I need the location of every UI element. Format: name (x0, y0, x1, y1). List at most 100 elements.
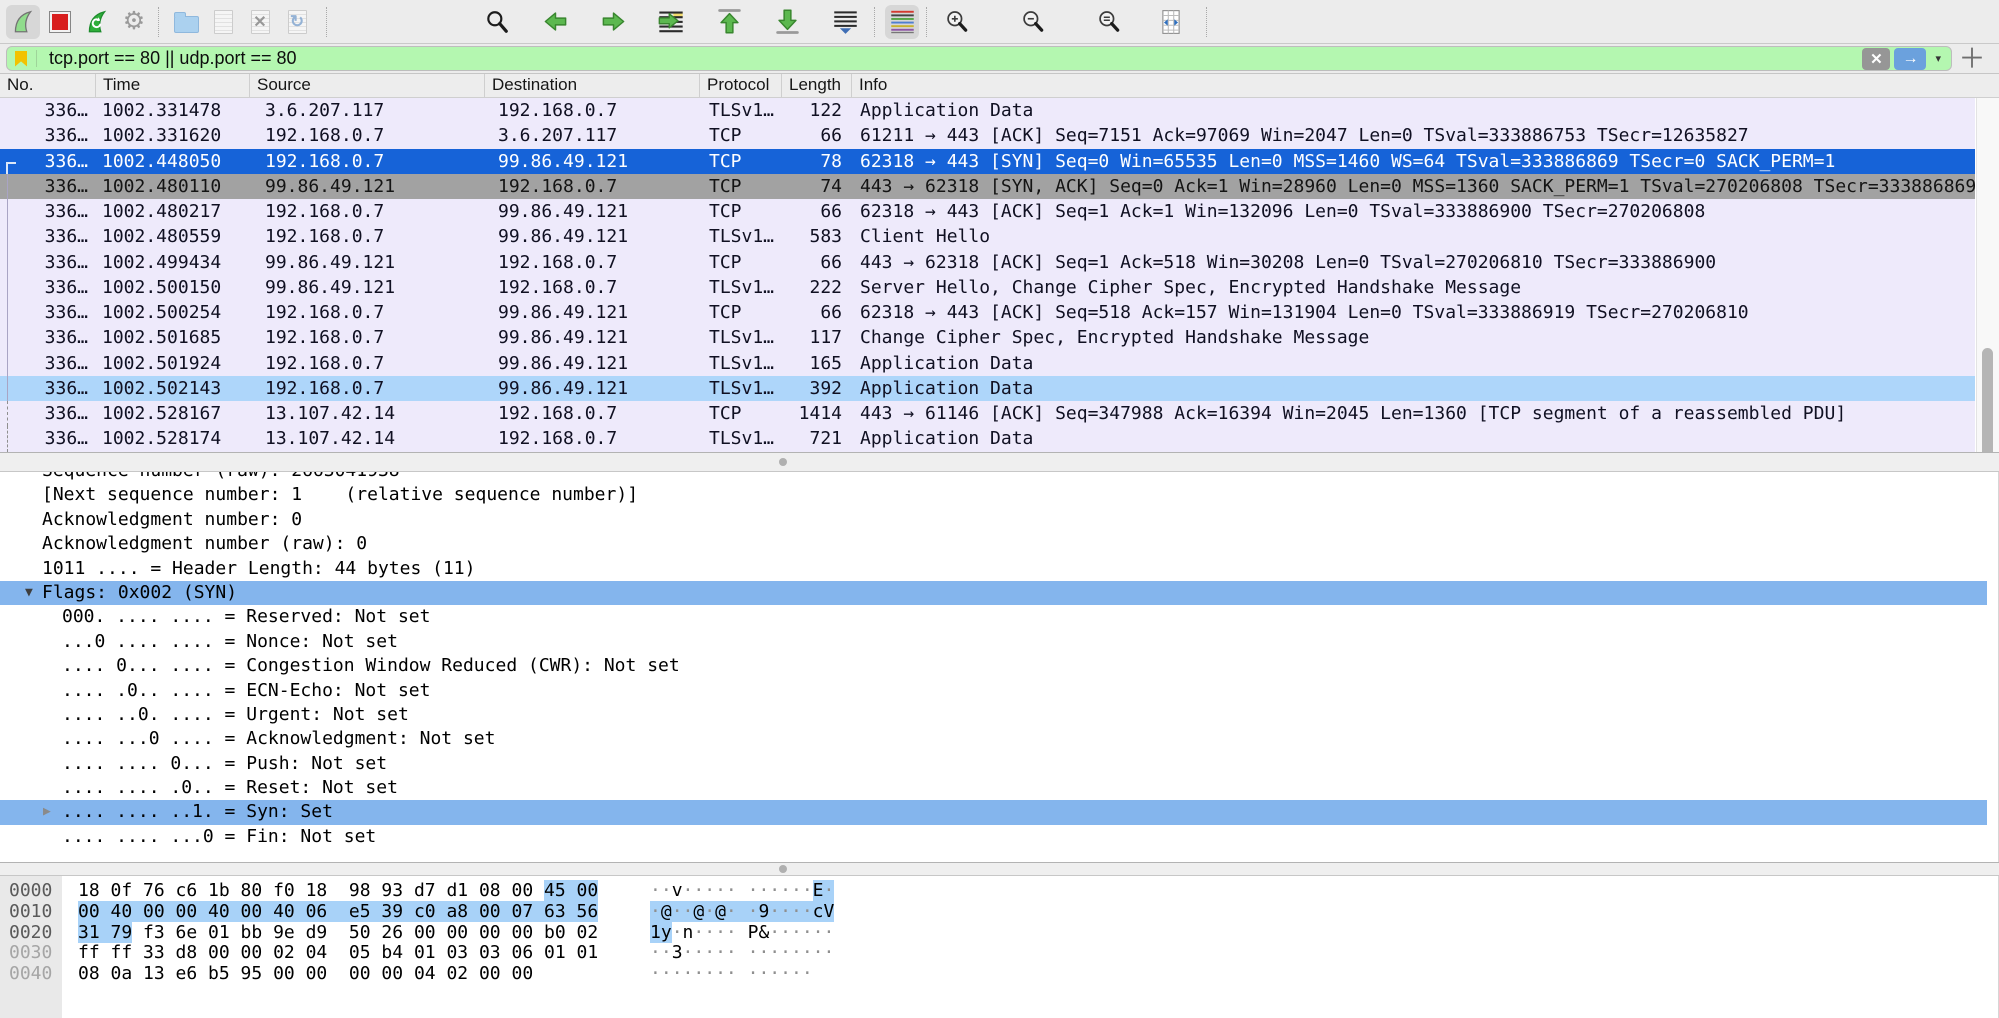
column-header-time[interactable]: Time (96, 74, 250, 97)
detail-line[interactable]: Acknowledgment number: 0 (0, 508, 1987, 532)
packet-row[interactable]: 336…1002.52817413.107.42.14192.168.0.7TL… (0, 426, 1975, 451)
cell-src: 13.107.42.14 (250, 401, 485, 426)
hex-row[interactable]: 004008 0a 13 e6 b5 95 00 00 00 00 04 02 … (0, 964, 1998, 985)
column-header-info[interactable]: Info (852, 74, 1999, 97)
cell-dst: 192.168.0.7 (485, 98, 700, 123)
hex-bytes[interactable]: 00 40 00 00 40 00 40 06 e5 39 c0 a8 00 0… (62, 902, 598, 923)
detail-line[interactable]: .... .0.. .... = ECN-Echo: Not set (0, 679, 1987, 703)
packet-row[interactable]: 336…1002.501924192.168.0.799.86.49.121TL… (0, 351, 1975, 376)
reload-file-button[interactable]: ↻ (280, 5, 314, 39)
detail-line[interactable]: 1011 .... = Header Length: 44 bytes (11) (0, 557, 1987, 581)
ascii-bytes[interactable]: 1y·n···· P&······ (650, 923, 834, 944)
add-filter-button-plus[interactable]: ＋ (1959, 46, 1985, 72)
hex-row[interactable]: 001000 40 00 00 40 00 40 06 e5 39 c0 a8 … (0, 902, 1998, 923)
stream-marker (0, 376, 18, 401)
detail-line[interactable]: 000. .... .... = Reserved: Not set (0, 605, 1987, 629)
column-header-no[interactable]: No. (0, 74, 96, 97)
packet-row[interactable]: 336…1002.52816713.107.42.14192.168.0.7TC… (0, 401, 1975, 426)
find-packet-button[interactable] (480, 5, 514, 39)
zoom-out-button[interactable] (1016, 5, 1050, 39)
filter-clear-button[interactable]: ✕ (1862, 48, 1890, 70)
ascii-bytes[interactable]: ··3····· ········ (650, 943, 834, 964)
display-filter-input[interactable]: tcp.port == 80 || udp.port == 80 ✕ → ▾ (6, 46, 1952, 71)
packet-row[interactable]: 336…1002.448050192.168.0.799.86.49.121TC… (0, 149, 1975, 174)
detail-line[interactable]: .... .... 0... = Push: Not set (0, 752, 1987, 776)
packet-row[interactable]: 336…1002.480559192.168.0.799.86.49.121TL… (0, 224, 1975, 249)
packet-row[interactable]: 336…1002.500254192.168.0.799.86.49.121TC… (0, 300, 1975, 325)
filter-apply-button[interactable]: → (1894, 48, 1926, 70)
column-header-destination[interactable]: Destination (485, 74, 700, 97)
detail-line[interactable]: Acknowledgment number (raw): 0 (0, 532, 1987, 556)
packet-row[interactable]: 336…1002.480217192.168.0.799.86.49.121TC… (0, 199, 1975, 224)
hex-row[interactable]: 002031 79 f3 6e 01 bb 9e d9 50 26 00 00 … (0, 923, 1998, 944)
packet-row[interactable]: 336…1002.50015099.86.49.121192.168.0.7TL… (0, 275, 1975, 300)
detail-line[interactable]: ▼Flags: 0x002 (SYN) (0, 581, 1987, 605)
packet-row[interactable]: 336…1002.48011099.86.49.121192.168.0.7TC… (0, 174, 1975, 199)
auto-scroll-button[interactable] (828, 5, 862, 39)
cell-time: 1002.480110 (96, 174, 250, 199)
hex-row[interactable]: 0030ff ff 33 d8 00 00 02 04 05 b4 01 03 … (0, 943, 1998, 964)
start-capture-button[interactable] (6, 5, 40, 39)
detail-line[interactable]: .... ...0 .... = Acknowledgment: Not set (0, 727, 1987, 751)
detail-line[interactable]: [Next sequence number: 1 (relative seque… (0, 483, 1987, 507)
packet-row[interactable]: 336…1002.49943499.86.49.121192.168.0.7TC… (0, 250, 1975, 275)
restart-fin-icon (84, 9, 110, 35)
hex-bytes[interactable]: ff ff 33 d8 00 00 02 04 05 b4 01 03 03 0… (62, 943, 598, 964)
close-file-button[interactable]: ✕ (243, 5, 277, 39)
zoom-original-button[interactable] (1092, 5, 1126, 39)
detail-line[interactable]: .... ..0. .... = Urgent: Not set (0, 703, 1987, 727)
pane-splitter-top[interactable] (0, 452, 1999, 472)
zoom-out-magnifier-icon (1020, 9, 1046, 35)
restart-capture-button[interactable] (80, 5, 114, 39)
scrollbar-thumb[interactable] (1982, 348, 1993, 468)
go-back-button[interactable] (538, 5, 572, 39)
expander-open-icon[interactable]: ▼ (25, 581, 33, 605)
arrow-left-icon (542, 8, 569, 35)
cell-len: 392 (782, 376, 852, 401)
go-last-packet-button[interactable] (770, 5, 804, 39)
go-forward-button[interactable] (596, 5, 630, 39)
stop-capture-button[interactable] (43, 5, 77, 39)
detail-line[interactable]: ▶.... .... ..1. = Syn: Set (0, 800, 1987, 824)
ascii-bytes[interactable]: ········ ······ (650, 964, 813, 985)
hex-row[interactable]: 000018 0f 76 c6 1b 80 f0 18 98 93 d7 d1 … (0, 881, 1998, 902)
go-to-packet-icon (657, 8, 685, 36)
hex-bytes[interactable]: 31 79 f3 6e 01 bb 9e d9 50 26 00 00 00 0… (62, 923, 598, 944)
ascii-bytes[interactable]: ··v····· ······E· (650, 881, 834, 902)
detail-line[interactable]: .... 0... .... = Congestion Window Reduc… (0, 654, 1987, 678)
expander-closed-icon[interactable]: ▶ (43, 800, 51, 824)
packet-row[interactable]: 336…1002.331620192.168.0.73.6.207.117TCP… (0, 123, 1975, 148)
detail-line[interactable]: .... .... .0.. = Reset: Not set (0, 776, 1987, 800)
filter-dropdown-caret[interactable]: ▾ (1935, 52, 1941, 65)
filter-bookmark-icon[interactable] (15, 51, 27, 67)
packet-row[interactable]: 336…1002.3314783.6.207.117192.168.0.7TLS… (0, 98, 1975, 123)
colorize-packets-button[interactable] (885, 5, 919, 39)
capture-options-button[interactable]: ⚙ (117, 5, 151, 39)
arrow-right-icon (600, 8, 627, 35)
hex-bytes[interactable]: 08 0a 13 e6 b5 95 00 00 00 00 04 02 00 0… (62, 964, 533, 985)
detail-line[interactable]: .... .... ...0 = Fin: Not set (0, 825, 1987, 849)
packet-row[interactable]: 336…1002.502143192.168.0.799.86.49.121TL… (0, 376, 1975, 401)
cell-len: 74 (782, 174, 852, 199)
open-file-button[interactable] (169, 5, 203, 39)
column-header-protocol[interactable]: Protocol (700, 74, 782, 97)
pane-splitter-bottom[interactable] (0, 862, 1999, 876)
resize-columns-button[interactable] (1154, 5, 1188, 39)
cell-time: 1002.480559 (96, 224, 250, 249)
go-first-packet-button[interactable] (712, 5, 746, 39)
zoom-in-button[interactable] (940, 5, 974, 39)
detail-line[interactable]: Sequence number (raw): 2663041938 (0, 472, 1987, 483)
packet-bytes-pane: 000018 0f 76 c6 1b 80 f0 18 98 93 d7 d1 … (0, 876, 1999, 1018)
packet-row[interactable]: 336…1002.501685192.168.0.799.86.49.121TL… (0, 325, 1975, 350)
column-header-source[interactable]: Source (250, 74, 485, 97)
detail-line[interactable]: ...0 .... .... = Nonce: Not set (0, 630, 1987, 654)
filter-text[interactable]: tcp.port == 80 || udp.port == 80 (49, 48, 297, 69)
hex-bytes[interactable]: 18 0f 76 c6 1b 80 f0 18 98 93 d7 d1 08 0… (62, 881, 598, 902)
packet-list-scrollbar[interactable] (1976, 98, 1999, 452)
go-to-packet-button[interactable] (654, 5, 688, 39)
cell-info: Application Data (852, 351, 1975, 376)
column-header-length[interactable]: Length (782, 74, 852, 97)
ascii-bytes[interactable]: ·@··@·@· ·9····cV (650, 902, 834, 923)
hex-offset: 0010 (0, 902, 62, 923)
save-file-button[interactable] (206, 5, 240, 39)
